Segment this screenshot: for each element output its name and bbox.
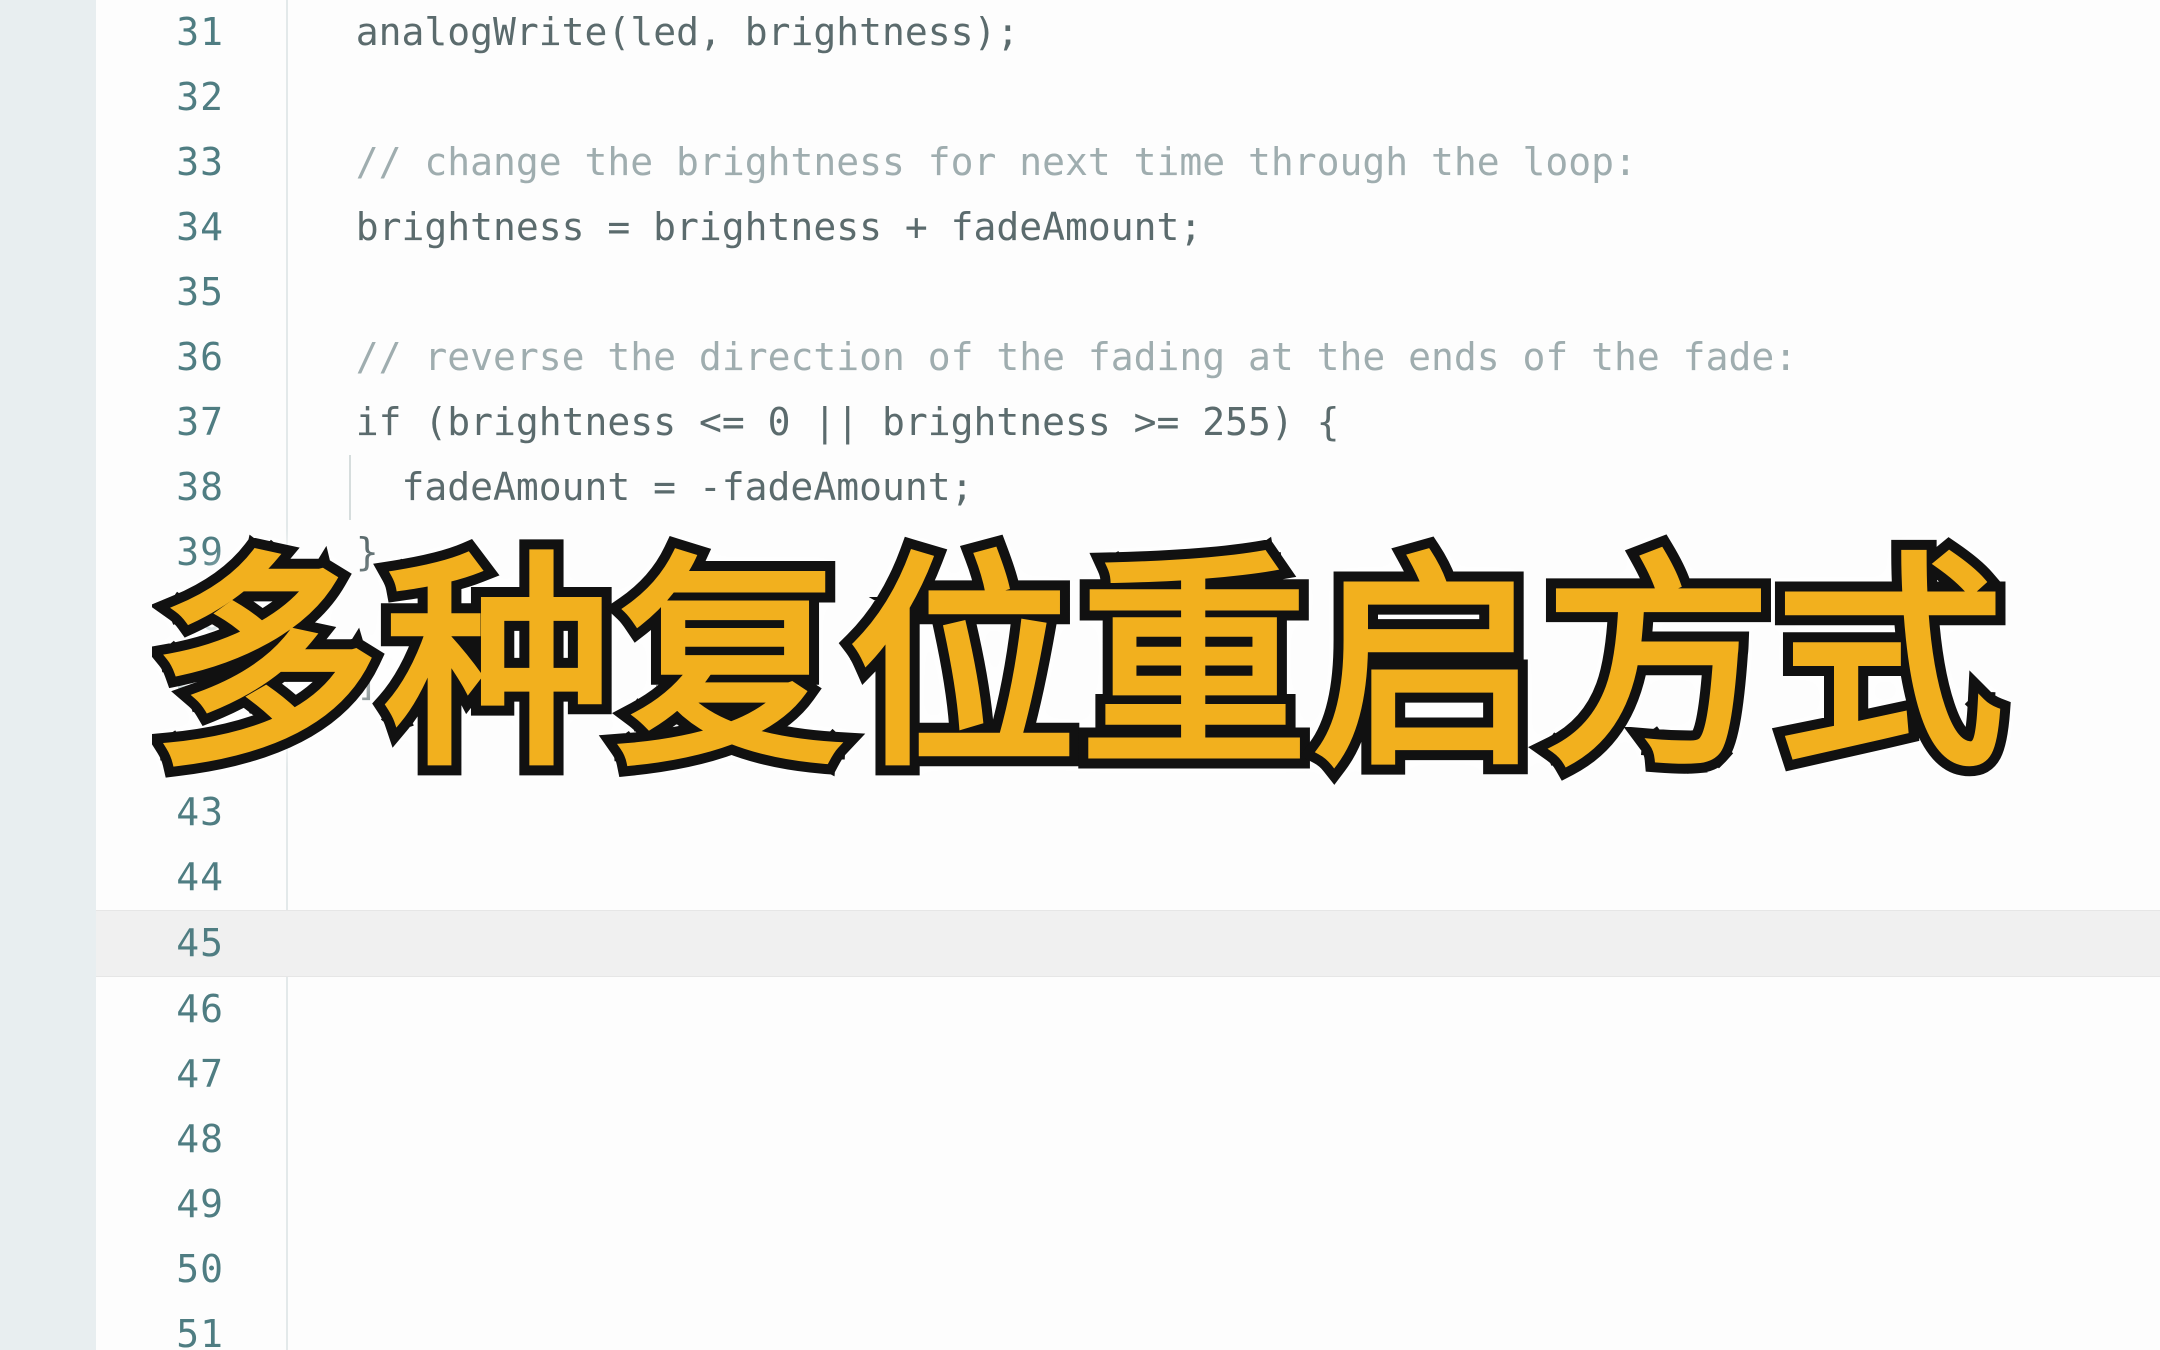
code-line[interactable]: 42 bbox=[96, 715, 2160, 780]
code-line[interactable]: 43 bbox=[96, 780, 2160, 845]
editor-left-edge-strip bbox=[0, 0, 98, 1350]
code-token-plain: ] bbox=[310, 660, 379, 704]
line-number: 47 bbox=[176, 1052, 224, 1096]
line-number: 34 bbox=[176, 205, 224, 249]
code-token-plain: brightness = brightness + fadeAmount; bbox=[310, 205, 1203, 249]
code-line[interactable]: 44 bbox=[96, 845, 2160, 910]
code-line[interactable]: 35 bbox=[96, 260, 2160, 325]
code-line[interactable]: 49 bbox=[96, 1172, 2160, 1237]
line-number: 49 bbox=[176, 1182, 224, 1226]
code-lines-container[interactable]: 31 analogWrite(led, brightness); 32 33 // … bbox=[96, 0, 2160, 1350]
code-token-plain: fadeAmount = -fadeAmount; bbox=[310, 465, 974, 509]
line-number: 50 bbox=[176, 1247, 224, 1291]
code-text: fadeAmount = -fadeAmount; bbox=[310, 455, 974, 520]
code-line[interactable]: 41 ] bbox=[96, 650, 2160, 715]
code-line[interactable]: 47 bbox=[96, 1042, 2160, 1107]
code-line[interactable]: 45 bbox=[96, 910, 2160, 977]
code-line[interactable]: 48 bbox=[96, 1107, 2160, 1172]
code-token-comment: // reverse the direction of the fading a… bbox=[355, 335, 1798, 379]
code-token-number: 0 bbox=[767, 400, 791, 444]
line-number: 33 bbox=[176, 140, 224, 184]
line-number: 43 bbox=[176, 790, 224, 834]
line-number: 36 bbox=[176, 335, 224, 379]
code-text: ] bbox=[310, 650, 379, 715]
code-line[interactable]: 46 bbox=[96, 977, 2160, 1042]
code-token-plain: (led, brightness); bbox=[607, 10, 1020, 54]
code-line[interactable]: 40 bbox=[96, 585, 2160, 650]
line-number: 51 bbox=[176, 1312, 224, 1350]
code-line[interactable]: 36 // reverse the direction of the fadin… bbox=[96, 325, 2160, 390]
code-text: } bbox=[310, 520, 379, 585]
code-line[interactable]: 51 bbox=[96, 1302, 2160, 1350]
code-token-number: 255 bbox=[1202, 400, 1271, 444]
line-number: 44 bbox=[176, 855, 224, 899]
indent-guide bbox=[349, 455, 351, 520]
code-line[interactable]: 38 fadeAmount = -fadeAmount; bbox=[96, 455, 2160, 520]
line-number: 37 bbox=[176, 400, 224, 444]
line-number: 48 bbox=[176, 1117, 224, 1161]
code-line[interactable]: 33 // change the brightness for next tim… bbox=[96, 130, 2160, 195]
code-text: brightness = brightness + fadeAmount; bbox=[310, 195, 1203, 260]
code-line[interactable]: 32 bbox=[96, 65, 2160, 130]
code-token-function: analogWrite bbox=[355, 10, 608, 54]
code-token-comment: // change the brightness for next time t… bbox=[355, 140, 1637, 184]
code-text: // reverse the direction of the fading a… bbox=[310, 325, 1797, 390]
code-line[interactable]: 31 analogWrite(led, brightness); bbox=[96, 0, 2160, 65]
line-number: 35 bbox=[176, 270, 224, 314]
line-number: 39 bbox=[176, 530, 224, 574]
code-token-keyword: if bbox=[355, 400, 402, 444]
screenshot-root: 31 analogWrite(led, brightness); 32 33 // … bbox=[0, 0, 2160, 1350]
line-number: 42 bbox=[176, 725, 224, 769]
code-token-plain: } bbox=[310, 530, 379, 574]
line-number: 31 bbox=[176, 10, 224, 54]
line-number: 41 bbox=[176, 660, 224, 704]
code-line[interactable]: 37 if (brightness <= 0 || brightness >= … bbox=[96, 390, 2160, 455]
code-text: if (brightness <= 0 || brightness >= 255… bbox=[310, 390, 1340, 455]
line-number: 38 bbox=[176, 465, 224, 509]
code-text: analogWrite(led, brightness); bbox=[310, 0, 1019, 65]
code-token-plain: ) { bbox=[1270, 400, 1340, 444]
code-line[interactable]: 39 } bbox=[96, 520, 2160, 585]
code-text: // change the brightness for next time t… bbox=[310, 130, 1637, 195]
line-number: 45 bbox=[176, 921, 224, 965]
code-token-plain: || brightness >= bbox=[790, 400, 1203, 444]
code-line[interactable]: 34 brightness = brightness + fadeAmount; bbox=[96, 195, 2160, 260]
code-line[interactable]: 50 bbox=[96, 1237, 2160, 1302]
code-editor-pane[interactable]: 31 analogWrite(led, brightness); 32 33 // … bbox=[96, 0, 2160, 1350]
line-number: 46 bbox=[176, 987, 224, 1031]
line-number: 40 bbox=[176, 595, 224, 639]
code-token-plain: (brightness <= bbox=[401, 400, 768, 444]
line-number: 32 bbox=[176, 75, 224, 119]
